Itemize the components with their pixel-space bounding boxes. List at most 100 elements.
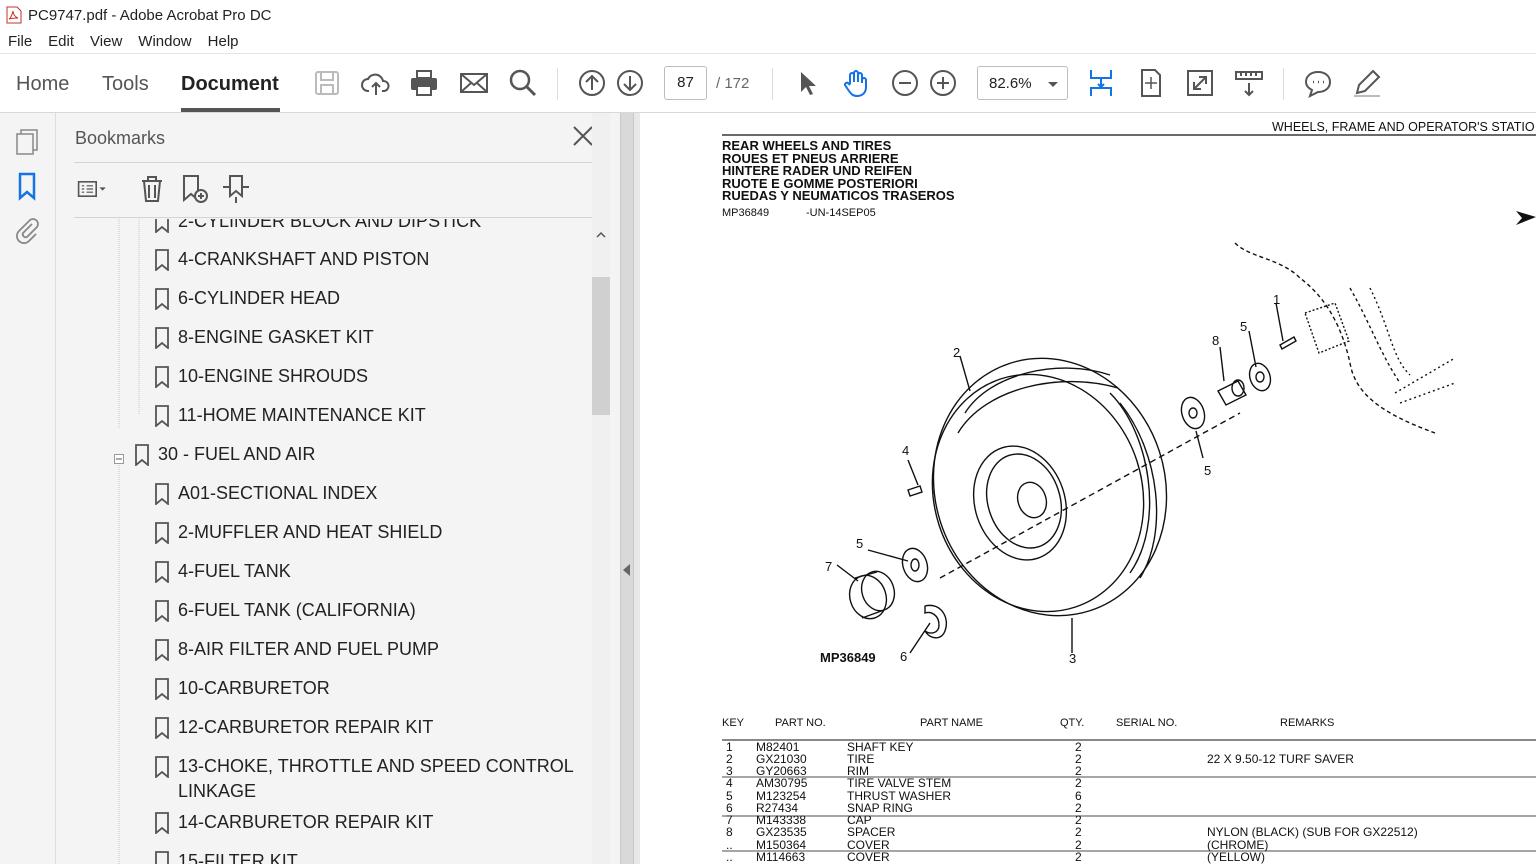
collapse-panel-arrow-icon[interactable] bbox=[623, 564, 630, 576]
bookmarks-scrollbar[interactable] bbox=[592, 113, 610, 864]
bookmark-icon[interactable] bbox=[154, 366, 170, 388]
bookmark-tree: 2-CYLINDER BLOCK AND DIPSTICK 4-CRANKSHAF… bbox=[74, 219, 594, 864]
tab-document[interactable]: Document bbox=[181, 73, 279, 96]
scroll-up-arrow-icon[interactable] bbox=[596, 230, 606, 240]
zoom-out-icon[interactable] bbox=[889, 67, 921, 99]
bookmark-icon[interactable] bbox=[154, 561, 170, 583]
bookmark-item[interactable]: 4-FUEL TANK bbox=[178, 559, 291, 584]
delete-bookmark-icon[interactable] bbox=[136, 173, 168, 205]
bookmark-item-fuel-and-air[interactable]: 30 - FUEL AND AIR bbox=[158, 442, 315, 467]
tab-tools[interactable]: Tools bbox=[102, 73, 149, 96]
bookmark-icon[interactable] bbox=[154, 812, 170, 834]
attachment-icon[interactable] bbox=[12, 215, 42, 245]
bookmark-item[interactable]: 2-CYLINDER BLOCK AND DIPSTICK bbox=[178, 219, 481, 234]
col-part-no: PART NO. bbox=[775, 717, 826, 729]
bookmark-icon[interactable] bbox=[154, 717, 170, 739]
page-thumbnails-icon[interactable] bbox=[12, 127, 42, 157]
cloud-upload-icon[interactable] bbox=[360, 67, 392, 99]
bookmark-icon[interactable] bbox=[154, 600, 170, 622]
bookmark-icon[interactable] bbox=[154, 522, 170, 544]
menu-edit[interactable]: Edit bbox=[40, 33, 82, 50]
panel-resize-handle[interactable] bbox=[620, 113, 634, 864]
row-part-no: M114663 bbox=[756, 850, 806, 864]
callout-4: 4 bbox=[902, 443, 910, 458]
row-key: 8 bbox=[726, 825, 733, 839]
options-menu-icon[interactable] bbox=[77, 173, 109, 205]
menu-view[interactable]: View bbox=[82, 33, 130, 50]
bookmark-icon[interactable] bbox=[154, 288, 170, 310]
col-part-name: PART NAME bbox=[920, 717, 983, 729]
bookmark-icon[interactable] bbox=[154, 405, 170, 427]
bookmark-item[interactable]: 8-ENGINE GASKET KIT bbox=[178, 325, 374, 350]
menu-bar: File Edit View Window Help bbox=[0, 30, 1536, 54]
bookmark-item[interactable]: 15-FILTER KIT bbox=[178, 849, 298, 864]
comment-icon[interactable] bbox=[1302, 67, 1334, 99]
highlight-pen-icon[interactable] bbox=[1351, 67, 1383, 99]
bookmark-item[interactable]: A01-SECTIONAL INDEX bbox=[178, 481, 377, 506]
bookmark-item[interactable]: 2-MUFFLER AND HEAT SHIELD bbox=[178, 520, 442, 545]
bookmark-item[interactable]: 13-CHOKE, THROTTLE AND SPEED CONTROL bbox=[178, 754, 574, 779]
menu-help[interactable]: Help bbox=[200, 33, 247, 50]
menu-file[interactable]: File bbox=[0, 33, 40, 50]
zoom-in-icon[interactable] bbox=[927, 67, 959, 99]
callout-5c: 5 bbox=[1204, 463, 1212, 478]
bookmark-item[interactable]: 10-CARBURETOR bbox=[178, 676, 330, 701]
bookmark-icon[interactable] bbox=[154, 678, 170, 700]
search-icon[interactable] bbox=[507, 67, 539, 99]
scrollbar-thumb[interactable] bbox=[592, 277, 610, 415]
bookmark-icon[interactable] bbox=[154, 851, 170, 864]
bookmark-item[interactable]: 6-CYLINDER HEAD bbox=[178, 286, 340, 311]
page-number-input[interactable]: 87 bbox=[664, 66, 707, 100]
row-remarks: NYLON (BLACK) (SUB FOR GX22512) bbox=[1207, 825, 1418, 839]
bookmark-icon[interactable] bbox=[154, 219, 170, 233]
save-icon[interactable] bbox=[311, 67, 343, 99]
next-page-icon[interactable] bbox=[614, 67, 646, 99]
callout-3: 3 bbox=[1069, 651, 1077, 666]
bookmark-item[interactable]: 11-HOME MAINTENANCE KIT bbox=[178, 403, 426, 428]
row-part-name: TIRE VALVE STEM bbox=[847, 776, 952, 790]
new-bookmark-icon[interactable] bbox=[178, 173, 210, 205]
bookmark-item[interactable]: 14-CARBURETOR REPAIR KIT bbox=[178, 810, 433, 835]
active-tab-indicator bbox=[181, 108, 280, 112]
full-screen-icon[interactable] bbox=[1184, 67, 1216, 99]
bookmark-icon[interactable] bbox=[154, 639, 170, 661]
toolbar-separator bbox=[1283, 68, 1284, 100]
row-part-name: SPACER bbox=[847, 825, 896, 839]
window-title: PC9747.pdf - Adobe Acrobat Pro DC bbox=[28, 6, 272, 24]
bookmark-item[interactable]: 12-CARBURETOR REPAIR KIT bbox=[178, 715, 433, 740]
bookmark-panel-icon[interactable] bbox=[12, 171, 42, 201]
toolbar-separator bbox=[772, 68, 773, 100]
measure-tool-icon[interactable] bbox=[1233, 67, 1265, 99]
panel-divider bbox=[74, 217, 604, 218]
bookmark-item[interactable]: 4-CRANKSHAFT AND PISTON bbox=[178, 247, 429, 272]
chevron-down-icon bbox=[1048, 82, 1058, 87]
fit-page-icon[interactable] bbox=[1135, 67, 1167, 99]
tab-home[interactable]: Home bbox=[16, 73, 69, 96]
print-icon[interactable] bbox=[408, 67, 440, 99]
row-remarks: (YELLOW) bbox=[1207, 850, 1266, 864]
bookmark-icon[interactable] bbox=[154, 249, 170, 271]
bookmark-icon[interactable] bbox=[154, 756, 170, 778]
bookmark-icon[interactable] bbox=[134, 444, 150, 466]
bookmark-item[interactable]: 6-FUEL TANK (CALIFORNIA) bbox=[178, 598, 416, 623]
bookmark-icon[interactable] bbox=[154, 483, 170, 505]
select-cursor-icon[interactable] bbox=[792, 67, 824, 99]
callout-2: 2 bbox=[953, 345, 961, 360]
row-key: 4 bbox=[726, 776, 733, 790]
zoom-dropdown[interactable]: 82.6% bbox=[977, 66, 1068, 100]
row-key: .. bbox=[726, 850, 733, 864]
bookmark-item[interactable]: 8-AIR FILTER AND FUEL PUMP bbox=[178, 637, 439, 662]
email-icon[interactable] bbox=[458, 67, 490, 99]
row-part-no: GX23535 bbox=[756, 825, 807, 839]
hand-tool-icon[interactable] bbox=[840, 67, 872, 99]
bookmark-icon[interactable] bbox=[154, 327, 170, 349]
callout-7: 7 bbox=[825, 559, 833, 574]
collapse-toggle-icon[interactable] bbox=[114, 454, 124, 464]
scrolling-mode-icon[interactable] bbox=[1085, 67, 1117, 99]
bookmark-item[interactable]: LINKAGE bbox=[178, 779, 256, 804]
expand-bookmark-icon[interactable] bbox=[220, 173, 252, 205]
bookmark-item[interactable]: 10-ENGINE SHROUDS bbox=[178, 364, 368, 389]
previous-page-icon[interactable] bbox=[576, 67, 608, 99]
menu-window[interactable]: Window bbox=[130, 33, 199, 50]
exploded-parts-diagram bbox=[836, 211, 1536, 654]
